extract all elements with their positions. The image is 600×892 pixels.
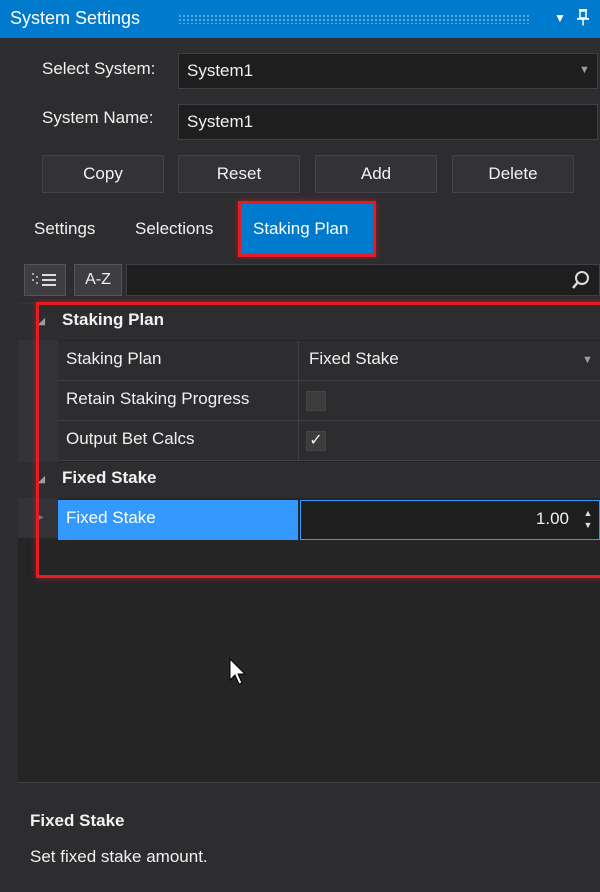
select-system-value: System1	[187, 61, 254, 80]
pin-icon[interactable]	[574, 8, 592, 28]
mouse-cursor-icon	[229, 658, 247, 685]
drag-grip[interactable]	[178, 14, 530, 24]
select-system-label: Select System:	[42, 59, 156, 78]
tab-settings[interactable]: Settings	[34, 219, 95, 239]
copy-button[interactable]: Copy	[42, 155, 164, 193]
system-name-value: System1	[187, 112, 254, 131]
panel-title: System Settings	[10, 8, 141, 28]
description-title: Fixed Stake	[30, 811, 125, 830]
description-text: Set fixed stake amount.	[30, 847, 208, 866]
highlight-annotation	[36, 302, 600, 578]
add-button[interactable]: Add	[315, 155, 437, 193]
search-icon	[572, 271, 589, 289]
property-search-input[interactable]	[126, 264, 600, 296]
tab-selections[interactable]: Selections	[135, 219, 213, 239]
alphabetical-sort-button[interactable]: A-Z	[74, 264, 122, 296]
delete-button[interactable]: Delete	[452, 155, 574, 193]
description-pane: Fixed Stake Set fixed stake amount.	[18, 782, 600, 892]
window-options-dropdown-icon[interactable]: ▼	[552, 9, 568, 27]
system-name-input[interactable]: System1	[178, 104, 598, 140]
select-system-dropdown[interactable]: System1 ▼	[178, 53, 598, 89]
tab-staking-plan-label: Staking Plan	[253, 219, 349, 238]
system-name-label: System Name:	[42, 108, 154, 127]
chevron-down-icon: ▼	[579, 64, 590, 76]
tab-staking-plan[interactable]: Staking Plan	[238, 201, 376, 257]
categorized-view-icon	[32, 273, 56, 286]
reset-button[interactable]: Reset	[178, 155, 300, 193]
categorized-view-button[interactable]	[24, 264, 66, 296]
